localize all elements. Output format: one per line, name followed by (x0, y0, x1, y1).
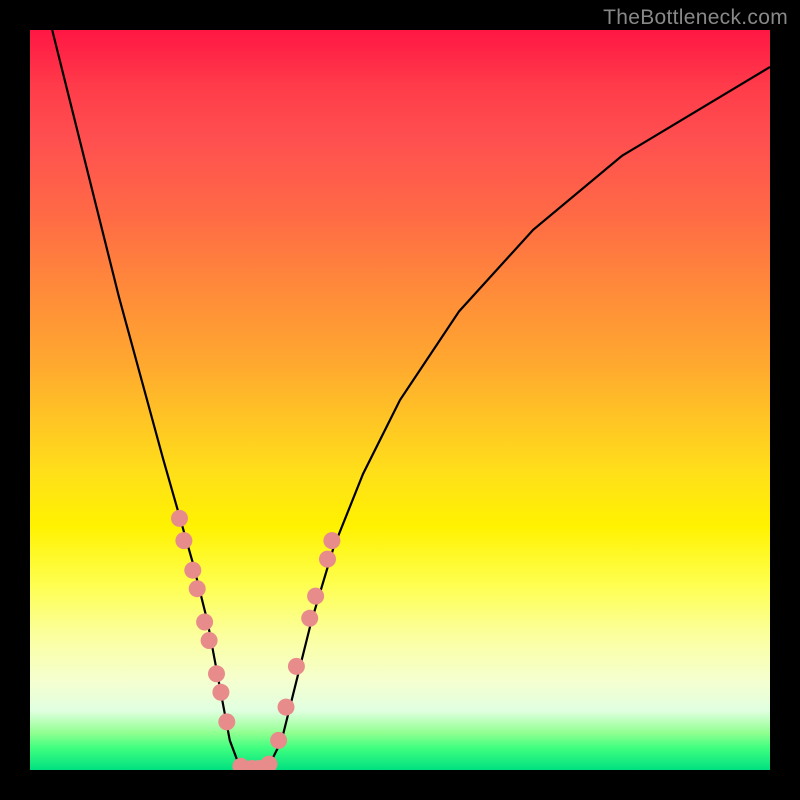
marker-dot (201, 632, 218, 649)
marker-dot (288, 658, 305, 675)
marker-dot (278, 699, 295, 716)
marker-dot (323, 532, 340, 549)
marker-dot (212, 684, 229, 701)
marker-dot (184, 562, 201, 579)
marker-dot (307, 588, 324, 605)
data-markers (171, 510, 340, 770)
marker-dot (301, 610, 318, 627)
marker-dot (196, 614, 213, 631)
marker-dot (208, 665, 225, 682)
marker-dot (261, 756, 278, 770)
chart-svg (30, 30, 770, 770)
marker-dot (189, 580, 206, 597)
marker-dot (175, 532, 192, 549)
watermark-text: TheBottleneck.com (603, 6, 788, 30)
bottleneck-curve (52, 30, 770, 770)
marker-dot (171, 510, 188, 527)
marker-dot (319, 551, 336, 568)
marker-dot (218, 713, 235, 730)
marker-dot (270, 732, 287, 749)
